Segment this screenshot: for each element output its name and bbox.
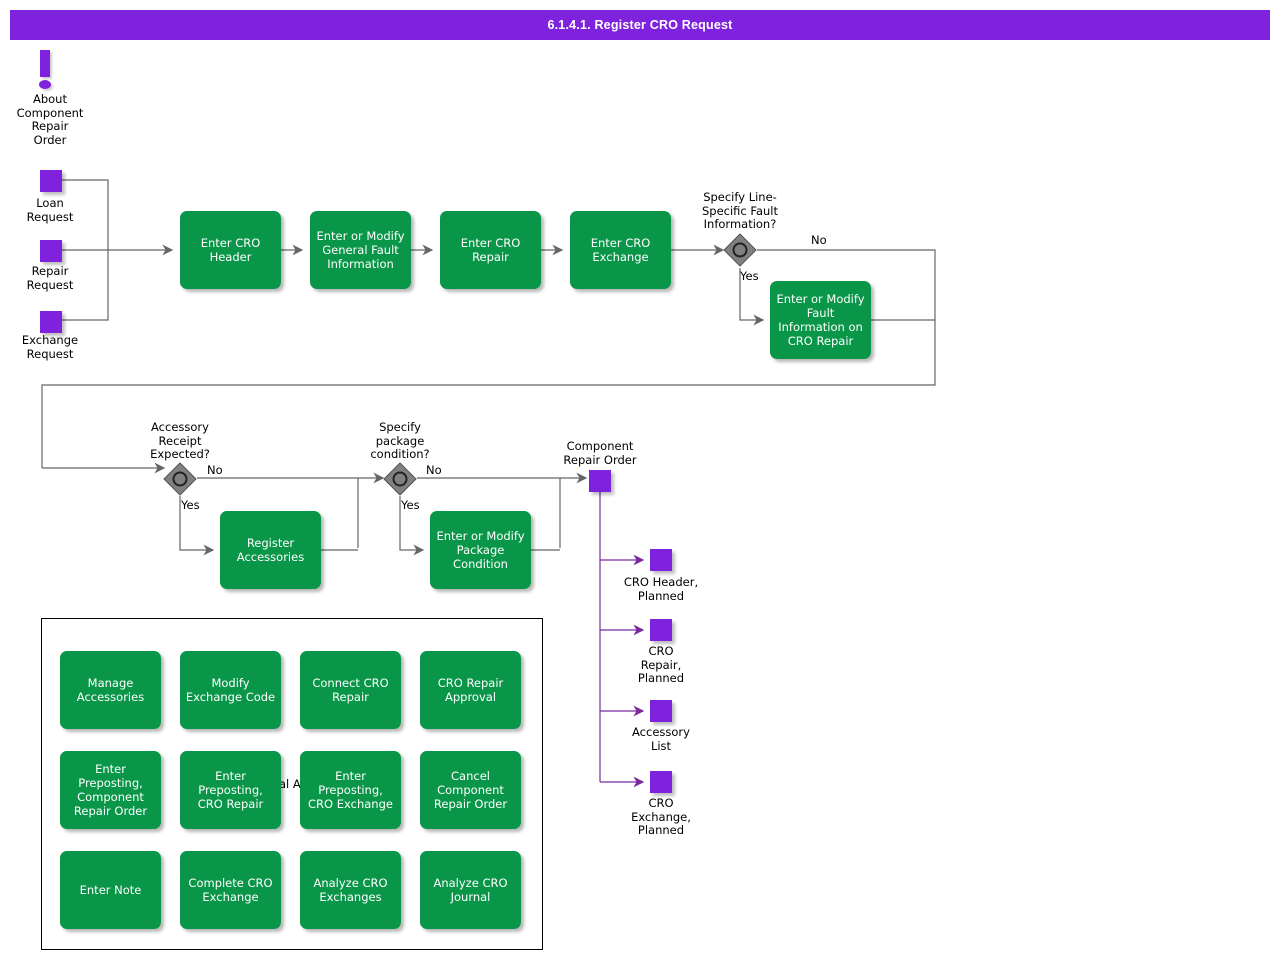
- panel-activity-manage-accessories[interactable]: Manage Accessories: [60, 651, 161, 729]
- panel-activity-enter-preposting-component-repair-order[interactable]: Enter Preposting, Component Repair Order: [60, 751, 161, 829]
- start-node-repair-request-label: Repair Request: [26, 264, 74, 292]
- output-node-accessory-list-label: Accessory List: [632, 725, 690, 753]
- activity-enter-or-modify-fault-information-on-cro-repair[interactable]: Enter or Modify Fault Information on CRO…: [770, 281, 871, 359]
- activity-label: Modify Exchange Code: [185, 676, 276, 704]
- decision-3-no-label: No: [426, 463, 442, 477]
- activity-label: Enter Preposting, Component Repair Order: [73, 762, 148, 818]
- result-node-component-repair-order-label: Component Repair Order: [563, 439, 637, 467]
- activity-label: Enter CRO Exchange: [590, 236, 651, 264]
- diagram-canvas: 6.1.4.1. Register CRO Request About Comp…: [0, 0, 1280, 960]
- decision-2-no-label: No: [207, 463, 223, 477]
- start-node-loan-request-label: Loan Request: [26, 196, 74, 224]
- panel-activity-connect-cro-repair[interactable]: Connect CRO Repair: [300, 651, 401, 729]
- activity-label: Connect CRO Repair: [312, 676, 389, 704]
- activity-label: Enter Preposting, CRO Exchange: [308, 769, 393, 811]
- output-node-cro-repair-planned[interactable]: [650, 619, 672, 641]
- decision-1-yes-label: Yes: [740, 269, 759, 283]
- title-bar: 6.1.4.1. Register CRO Request: [10, 10, 1270, 40]
- decision-specify-line-specific-fault-information[interactable]: [722, 232, 760, 270]
- activity-label: Enter Note: [79, 883, 142, 897]
- activity-label: Analyze CRO Journal: [433, 876, 508, 904]
- activity-enter-cro-exchange[interactable]: Enter CRO Exchange: [570, 211, 671, 289]
- decision-1-no-label: No: [811, 233, 827, 247]
- activity-enter-cro-repair[interactable]: Enter CRO Repair: [440, 211, 541, 289]
- activity-label: Complete CRO Exchange: [188, 876, 273, 904]
- activity-label: Register Accessories: [236, 536, 305, 564]
- panel-activity-modify-exchange-code[interactable]: Modify Exchange Code: [180, 651, 281, 729]
- activity-label: Cancel Component Repair Order: [433, 769, 508, 811]
- start-node-repair-request[interactable]: [40, 240, 62, 262]
- output-node-cro-header-planned-label: CRO Header, Planned: [623, 575, 699, 603]
- decision-accessory-receipt-expected-label: Accessory Receipt Expected?: [150, 420, 210, 461]
- panel-activity-analyze-cro-journal[interactable]: Analyze CRO Journal: [420, 851, 521, 929]
- decision-accessory-receipt-expected[interactable]: [162, 461, 200, 499]
- start-node-exchange-request[interactable]: [40, 311, 62, 333]
- panel-activity-analyze-cro-exchanges[interactable]: Analyze CRO Exchanges: [300, 851, 401, 929]
- exclamation-icon: [39, 50, 51, 89]
- about-component-repair-order-label: About Component Repair Order: [16, 92, 84, 147]
- activity-label: Manage Accessories: [76, 676, 145, 704]
- page-title: 6.1.4.1. Register CRO Request: [547, 18, 733, 32]
- panel-activity-complete-cro-exchange[interactable]: Complete CRO Exchange: [180, 851, 281, 929]
- activity-register-accessories[interactable]: Register Accessories: [220, 511, 321, 589]
- activity-label: Enter CRO Header: [200, 236, 261, 264]
- activity-label: Enter CRO Repair: [460, 236, 521, 264]
- activity-label: Analyze CRO Exchanges: [313, 876, 388, 904]
- activity-label: Enter or Modify General Fault Informatio…: [316, 229, 405, 271]
- panel-activity-cancel-component-repair-order[interactable]: Cancel Component Repair Order: [420, 751, 521, 829]
- activity-label: Enter or Modify Package Condition: [436, 529, 525, 571]
- activity-enter-cro-header[interactable]: Enter CRO Header: [180, 211, 281, 289]
- start-node-loan-request[interactable]: [40, 170, 62, 192]
- output-node-cro-exchange-planned[interactable]: [650, 771, 672, 793]
- activity-enter-or-modify-package-condition[interactable]: Enter or Modify Package Condition: [430, 511, 531, 589]
- decision-specify-line-specific-fault-information-label: Specify Line- Specific Fault Information…: [701, 190, 778, 231]
- activity-label: CRO Repair Approval: [437, 676, 504, 704]
- panel-activity-enter-note[interactable]: Enter Note: [60, 851, 161, 929]
- output-node-cro-repair-planned-label: CRO Repair, Planned: [637, 644, 685, 685]
- activity-label: Enter or Modify Fault Information on CRO…: [776, 292, 865, 348]
- output-node-accessory-list[interactable]: [650, 700, 672, 722]
- decision-specify-package-condition-label: Specify package condition?: [370, 420, 430, 461]
- panel-activity-enter-preposting-cro-exchange[interactable]: Enter Preposting, CRO Exchange: [300, 751, 401, 829]
- panel-activity-enter-preposting-cro-repair[interactable]: Enter Preposting, CRO Repair: [180, 751, 281, 829]
- panel-activity-cro-repair-approval[interactable]: CRO Repair Approval: [420, 651, 521, 729]
- result-node-component-repair-order[interactable]: [589, 470, 611, 492]
- decision-3-yes-label: Yes: [401, 498, 420, 512]
- activity-enter-or-modify-general-fault-information[interactable]: Enter or Modify General Fault Informatio…: [310, 211, 411, 289]
- decision-specify-package-condition[interactable]: [382, 461, 420, 499]
- start-node-exchange-request-label: Exchange Request: [21, 333, 79, 361]
- decision-2-yes-label: Yes: [181, 498, 200, 512]
- activity-label: Enter Preposting, CRO Repair: [197, 769, 264, 811]
- output-node-cro-exchange-planned-label: CRO Exchange, Planned: [631, 796, 691, 837]
- output-node-cro-header-planned[interactable]: [650, 549, 672, 571]
